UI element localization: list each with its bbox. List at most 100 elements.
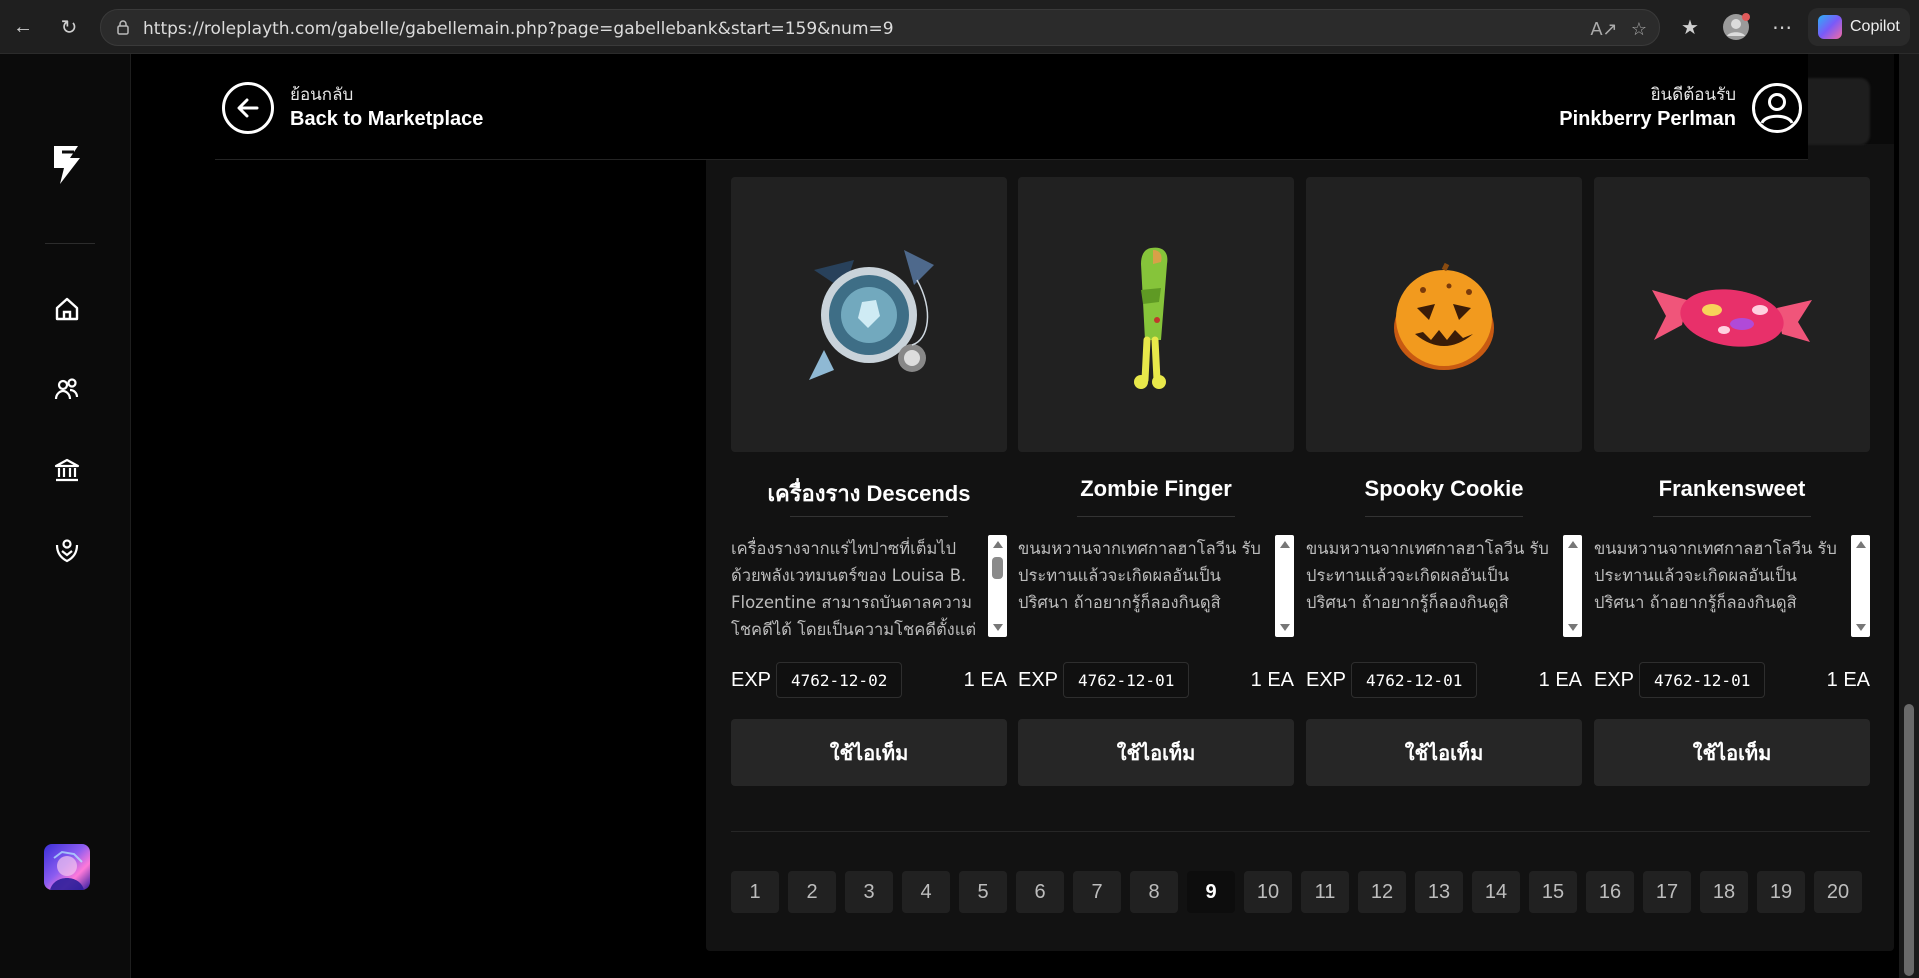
exp-label: EXP xyxy=(1594,668,1635,691)
page-button[interactable]: 1 xyxy=(731,871,779,913)
copilot-button[interactable]: Copilot xyxy=(1808,8,1910,46)
description-scrollbar[interactable] xyxy=(1851,535,1870,637)
item-image xyxy=(1594,177,1870,452)
title-divider xyxy=(1653,516,1811,517)
avatar[interactable] xyxy=(44,844,90,890)
title-divider xyxy=(1365,516,1523,517)
copilot-label: Copilot xyxy=(1850,18,1900,35)
item-name: เครื่องราง Descends xyxy=(767,481,971,506)
use-item-button[interactable]: ใช้ไอเท็ม xyxy=(1306,719,1582,786)
favorites-icon[interactable]: ★ xyxy=(1676,13,1704,41)
description-scrollbar[interactable] xyxy=(1275,535,1294,637)
more-options-icon[interactable]: ⋯ xyxy=(1768,13,1796,41)
use-item-button[interactable]: ใช้ไอเท็ม xyxy=(731,719,1007,786)
back-to-marketplace-link[interactable]: Back to Marketplace xyxy=(290,108,483,131)
title-divider xyxy=(1077,516,1235,517)
bank-icon[interactable] xyxy=(52,455,82,485)
item-description-box[interactable]: เครื่องรางจากแร่ไทปาซที่เต็มไปด้วยพลังเว… xyxy=(731,535,1007,637)
item-description-box[interactable]: ขนมหวานจากเทศกาลฮาโลวีน รับประทานแล้วจะเ… xyxy=(1018,535,1294,637)
title-divider xyxy=(790,516,948,517)
page-button[interactable]: 19 xyxy=(1757,871,1805,913)
expiry-row: EXP 4762-12-02 1 EA xyxy=(731,662,1007,698)
use-item-button[interactable]: ใช้ไอเท็ม xyxy=(1018,719,1294,786)
item-image xyxy=(731,177,1007,452)
item-quantity: 1 EA xyxy=(1826,668,1870,691)
page-scrollbar[interactable] xyxy=(1899,54,1919,978)
item-description: ขนมหวานจากเทศกาลฮาโลวีน รับประทานแล้วจะเ… xyxy=(1306,539,1549,612)
item-quantity: 1 EA xyxy=(1250,668,1294,691)
item-name: Frankensweet xyxy=(1658,476,1806,501)
page-button[interactable]: 15 xyxy=(1529,871,1577,913)
arrow-left-icon xyxy=(237,98,259,118)
description-scrollbar[interactable] xyxy=(988,535,1007,637)
address-bar[interactable]: https://roleplayth.com/gabelle/gabellema… xyxy=(100,9,1660,46)
url-text[interactable]: https://roleplayth.com/gabelle/gabellema… xyxy=(143,19,894,39)
item-quantity: 1 EA xyxy=(963,668,1007,691)
exp-date: 4762-12-01 xyxy=(1639,662,1766,698)
page-button[interactable]: 18 xyxy=(1700,871,1748,913)
copilot-icon xyxy=(1818,15,1842,39)
use-item-button[interactable]: ใช้ไอเท็ม xyxy=(1594,719,1870,786)
exp-date: 4762-12-01 xyxy=(1351,662,1478,698)
expiry-row: EXP 4762-12-01 1 EA xyxy=(1018,662,1294,698)
sidebar-divider xyxy=(45,243,95,244)
pagination-divider xyxy=(731,831,1870,832)
page-button[interactable]: 7 xyxy=(1073,871,1121,913)
page-button[interactable]: 14 xyxy=(1472,871,1520,913)
zombie-finger-icon xyxy=(1134,247,1168,389)
exp-date: 4762-12-02 xyxy=(776,662,903,698)
page-button[interactable]: 12 xyxy=(1358,871,1406,913)
pagination: 1 2 3 4 5 6 7 8 9 10 11 12 13 14 15 16 1… xyxy=(731,871,1862,913)
back-button[interactable] xyxy=(222,82,274,134)
users-icon[interactable] xyxy=(52,374,82,404)
page-button[interactable]: 16 xyxy=(1586,871,1634,913)
item-description-box[interactable]: ขนมหวานจากเทศกาลฮาโลวีน รับประทานแล้วจะเ… xyxy=(1306,535,1582,637)
site-info-icon[interactable] xyxy=(115,19,131,35)
expiry-row: EXP 4762-12-01 1 EA xyxy=(1594,662,1870,698)
item-card: Spooky Cookie ขนมหวานจากเทศกาลฮาโลวีน รั… xyxy=(1306,177,1582,786)
item-name: Spooky Cookie xyxy=(1364,476,1524,501)
page-button[interactable]: 11 xyxy=(1301,871,1349,913)
item-description: เครื่องรางจากแร่ไทปาซที่เต็มไปด้วยพลังเว… xyxy=(731,539,977,637)
back-arrow-icon[interactable]: ← xyxy=(8,12,38,42)
profile-icon[interactable] xyxy=(1722,13,1750,41)
refresh-icon[interactable]: ↻ xyxy=(54,12,84,42)
page-button[interactable]: 17 xyxy=(1643,871,1691,913)
item-quantity: 1 EA xyxy=(1538,668,1582,691)
back-caption[interactable]: ย้อนกลับ xyxy=(290,81,353,108)
item-description: ขนมหวานจากเทศกาลฮาโลวีน รับประทานแล้วจะเ… xyxy=(1594,539,1837,612)
page-button[interactable]: 8 xyxy=(1130,871,1178,913)
read-aloud-icon[interactable]: A↗ xyxy=(1590,16,1617,42)
page-button[interactable]: 4 xyxy=(902,871,950,913)
sidebar xyxy=(0,54,131,978)
exp-label: EXP xyxy=(1018,668,1059,691)
exp-date: 4762-12-01 xyxy=(1063,662,1190,698)
favorite-star-icon[interactable]: ☆ xyxy=(1626,16,1652,42)
site-logo-icon[interactable] xyxy=(48,140,88,196)
item-card: Zombie Finger ขนมหวานจากเทศกาลฮาโลวีน รั… xyxy=(1018,177,1294,786)
browser-toolbar: ← ↻ https://roleplayth.com/gabelle/gabel… xyxy=(0,0,1919,54)
item-description: ขนมหวานจากเทศกาลฮาโลวีน รับประทานแล้วจะเ… xyxy=(1018,539,1261,612)
cookie-icon xyxy=(1394,262,1494,370)
item-image xyxy=(1018,177,1294,452)
user-account-icon[interactable] xyxy=(1751,82,1803,134)
candy-icon xyxy=(1652,288,1812,347)
page-button[interactable]: 6 xyxy=(1016,871,1064,913)
page-button[interactable]: 2 xyxy=(788,871,836,913)
page-button[interactable]: 3 xyxy=(845,871,893,913)
item-image xyxy=(1306,177,1582,452)
page-button[interactable]: 13 xyxy=(1415,871,1463,913)
page-button[interactable]: 20 xyxy=(1814,871,1862,913)
home-icon[interactable] xyxy=(52,294,82,324)
page-button[interactable]: 5 xyxy=(959,871,1007,913)
charm-icon xyxy=(809,249,934,380)
page-button[interactable]: 9 xyxy=(1187,871,1235,913)
expiry-row: EXP 4762-12-01 1 EA xyxy=(1306,662,1582,698)
community-icon[interactable] xyxy=(52,536,82,566)
description-scrollbar[interactable] xyxy=(1563,535,1582,637)
item-name: Zombie Finger xyxy=(1080,476,1232,501)
item-description-box[interactable]: ขนมหวานจากเทศกาลฮาโลวีน รับประทานแล้วจะเ… xyxy=(1594,535,1870,637)
scrollbar-thumb[interactable] xyxy=(1904,704,1914,976)
item-card: เครื่องราง Descends เครื่องรางจากแร่ไทปา… xyxy=(731,177,1007,786)
page-button[interactable]: 10 xyxy=(1244,871,1292,913)
